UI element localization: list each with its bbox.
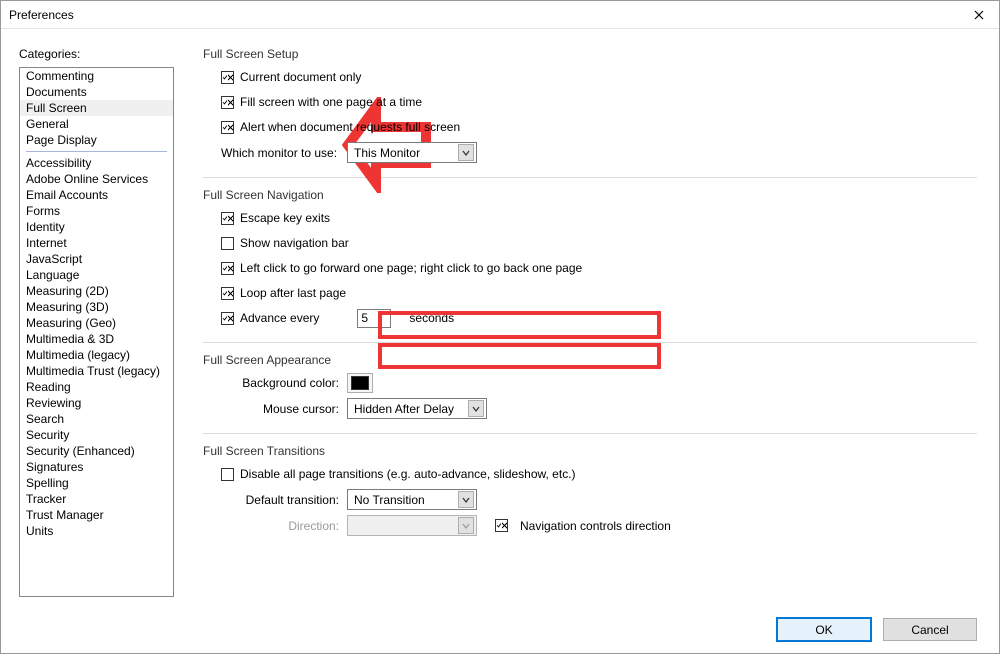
categories-list[interactable]: CommentingDocumentsFull ScreenGeneralPag… bbox=[19, 67, 174, 597]
category-item[interactable]: Spelling bbox=[20, 475, 173, 491]
category-item[interactable]: Email Accounts bbox=[20, 187, 173, 203]
category-item[interactable]: Security (Enhanced) bbox=[20, 443, 173, 459]
group-transitions-title: Full Screen Transitions bbox=[203, 444, 977, 458]
bgcolor-label: Background color: bbox=[221, 376, 347, 390]
category-item[interactable]: Adobe Online Services bbox=[20, 171, 173, 187]
escape-checkbox[interactable]: Escape key exits bbox=[221, 211, 330, 225]
current-doc-checkbox[interactable]: Current document only bbox=[221, 70, 361, 84]
group-appearance-title: Full Screen Appearance bbox=[203, 353, 977, 367]
close-button[interactable] bbox=[959, 1, 999, 29]
category-item[interactable]: Search bbox=[20, 411, 173, 427]
direction-select bbox=[347, 515, 477, 536]
category-item[interactable]: Measuring (3D) bbox=[20, 299, 173, 315]
chevron-down-icon bbox=[458, 144, 474, 161]
titlebar: Preferences bbox=[1, 1, 999, 29]
group-transitions: Full Screen Transitions Disable all page… bbox=[203, 444, 977, 536]
category-item[interactable]: Reading bbox=[20, 379, 173, 395]
fill-screen-checkbox[interactable]: Fill screen with one page at a time bbox=[221, 95, 422, 109]
category-item[interactable]: Identity bbox=[20, 219, 173, 235]
monitor-label: Which monitor to use: bbox=[221, 146, 347, 160]
show-nav-checkbox[interactable]: Show navigation bar bbox=[221, 236, 349, 250]
group-navigation: Full Screen Navigation Escape key exits … bbox=[203, 188, 977, 328]
group-setup-title: Full Screen Setup bbox=[203, 47, 977, 61]
category-item[interactable]: Units bbox=[20, 523, 173, 539]
window-title: Preferences bbox=[9, 8, 959, 22]
nav-controls-direction-checkbox[interactable]: Navigation controls direction bbox=[495, 519, 671, 533]
category-item[interactable]: Tracker bbox=[20, 491, 173, 507]
bgcolor-picker[interactable] bbox=[347, 373, 373, 393]
category-item[interactable]: JavaScript bbox=[20, 251, 173, 267]
category-item[interactable]: Forms bbox=[20, 203, 173, 219]
cursor-label: Mouse cursor: bbox=[221, 402, 347, 416]
category-item[interactable]: Page Display bbox=[20, 132, 173, 148]
default-transition-select[interactable]: No Transition bbox=[347, 489, 477, 510]
default-transition-label: Default transition: bbox=[221, 493, 347, 507]
cancel-button[interactable]: Cancel bbox=[883, 618, 977, 641]
category-item[interactable]: Documents bbox=[20, 84, 173, 100]
category-item[interactable]: Trust Manager bbox=[20, 507, 173, 523]
bgcolor-swatch bbox=[351, 376, 369, 390]
advance-every-checkbox[interactable]: Advance every bbox=[221, 311, 319, 325]
categories-label: Categories: bbox=[19, 47, 181, 61]
category-item[interactable]: Security bbox=[20, 427, 173, 443]
category-item[interactable]: Language bbox=[20, 267, 173, 283]
category-item[interactable]: Multimedia (legacy) bbox=[20, 347, 173, 363]
disable-transitions-checkbox[interactable]: Disable all page transitions (e.g. auto-… bbox=[221, 467, 576, 481]
category-item[interactable]: Accessibility bbox=[20, 155, 173, 171]
chevron-down-icon bbox=[458, 517, 474, 534]
group-setup: Full Screen Setup Current document only … bbox=[203, 47, 977, 163]
monitor-select[interactable]: This Monitor bbox=[347, 142, 477, 163]
category-item[interactable]: Multimedia & 3D bbox=[20, 331, 173, 347]
category-item[interactable]: Measuring (Geo) bbox=[20, 315, 173, 331]
category-item[interactable]: Internet bbox=[20, 235, 173, 251]
group-nav-title: Full Screen Navigation bbox=[203, 188, 977, 202]
loop-checkbox[interactable]: Loop after last page bbox=[221, 286, 346, 300]
close-icon bbox=[974, 10, 984, 20]
chevron-down-icon bbox=[458, 491, 474, 508]
category-item[interactable]: Commenting bbox=[20, 68, 173, 84]
category-item[interactable]: Signatures bbox=[20, 459, 173, 475]
direction-label: Direction: bbox=[221, 519, 347, 533]
cursor-select[interactable]: Hidden After Delay bbox=[347, 398, 487, 419]
category-item[interactable]: General bbox=[20, 116, 173, 132]
ok-button[interactable]: OK bbox=[777, 618, 871, 641]
category-item[interactable]: Reviewing bbox=[20, 395, 173, 411]
alert-checkbox[interactable]: Alert when document requests full screen bbox=[221, 120, 460, 134]
seconds-label: seconds bbox=[409, 311, 454, 325]
group-appearance: Full Screen Appearance Background color:… bbox=[203, 353, 977, 419]
advance-seconds-input[interactable] bbox=[357, 309, 391, 328]
chevron-down-icon bbox=[468, 400, 484, 417]
category-item[interactable]: Full Screen bbox=[20, 100, 173, 116]
click-forward-checkbox[interactable]: Left click to go forward one page; right… bbox=[221, 261, 582, 275]
preferences-dialog: Preferences Categories: CommentingDocume… bbox=[0, 0, 1000, 654]
category-item[interactable]: Multimedia Trust (legacy) bbox=[20, 363, 173, 379]
category-item[interactable]: Measuring (2D) bbox=[20, 283, 173, 299]
